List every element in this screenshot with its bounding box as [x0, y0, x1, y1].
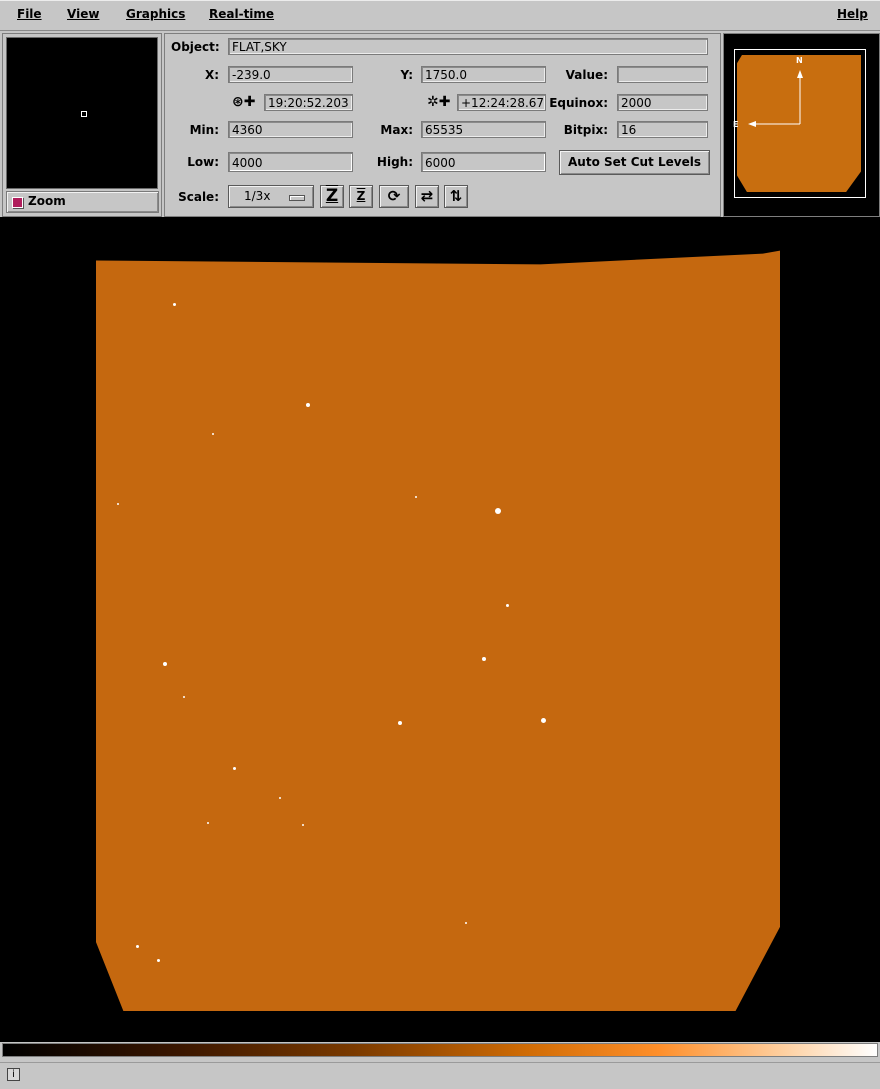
menu-graphics[interactable]: Graphics: [126, 7, 185, 21]
fits-image: [96, 250, 780, 1011]
zoom-cursor-marker: [81, 111, 87, 117]
zoom-view[interactable]: [6, 37, 158, 189]
menu-file[interactable]: File: [17, 7, 42, 21]
x-label: X:: [204, 68, 219, 82]
zoom-out-icon: Z: [356, 189, 366, 203]
star: [495, 508, 501, 514]
auto-set-cut-levels-button[interactable]: Auto Set Cut Levels: [559, 150, 710, 175]
bitpix-label: Bitpix:: [563, 123, 608, 137]
star: [117, 503, 119, 505]
value-label: Value:: [565, 68, 608, 82]
ra-icon: ⊛✚: [232, 94, 256, 110]
star: [157, 959, 160, 962]
star: [183, 696, 185, 698]
dec-icon: ✲✚: [427, 94, 451, 110]
panner[interactable]: N E: [723, 33, 880, 217]
info-panel: Object: FLAT,SKY X: -239.0 Y: 1750.0 Val…: [164, 33, 721, 217]
menu-realtime[interactable]: Real-time: [209, 7, 274, 21]
max-field[interactable]: 65535: [421, 121, 546, 138]
flip-horizontal-icon: ⇄: [420, 187, 434, 205]
zoom-panel: Zoom: [2, 33, 162, 217]
zoom-in-button[interactable]: Z: [320, 185, 344, 208]
x-field[interactable]: -239.0: [228, 66, 353, 83]
menu-view[interactable]: View: [67, 7, 99, 21]
info-icon[interactable]: i: [7, 1068, 20, 1081]
star: [482, 657, 486, 661]
image-canvas[interactable]: [0, 217, 880, 1042]
star: [541, 718, 546, 723]
object-label: Object:: [171, 40, 220, 54]
rotate-icon: ⟳: [387, 187, 401, 205]
dec-field[interactable]: +12:24:28.67: [457, 94, 546, 111]
zoom-toggle[interactable]: Zoom: [6, 191, 159, 213]
flip-vertical-icon: ⇅: [449, 187, 463, 205]
menu-graphics-label: Graphics: [126, 7, 186, 21]
menu-file-label: File: [17, 7, 42, 21]
menu-view-label: View: [67, 7, 100, 21]
equinox-field[interactable]: 2000: [617, 94, 708, 111]
min-label: Min:: [189, 123, 219, 137]
min-field[interactable]: 4360: [228, 121, 353, 138]
compass-icon: N E: [733, 56, 803, 129]
y-field[interactable]: 1750.0: [421, 66, 546, 83]
low-label: Low:: [187, 155, 219, 169]
star: [279, 797, 281, 799]
star: [233, 767, 236, 770]
object-field[interactable]: FLAT,SKY: [228, 38, 708, 55]
zoom-out-button[interactable]: Z: [349, 185, 373, 208]
scale-label: Scale:: [178, 190, 219, 204]
ra-field[interactable]: 19:20:52.203: [264, 94, 353, 111]
scale-value: 1/3x: [244, 189, 271, 203]
star: [306, 403, 310, 407]
flip-horizontal-button[interactable]: ⇄: [415, 185, 439, 208]
bitpix-field[interactable]: 16: [617, 121, 708, 138]
star: [506, 604, 509, 607]
low-input[interactable]: 4000: [228, 152, 353, 172]
equinox-label: Equinox:: [549, 96, 608, 110]
star: [398, 721, 402, 725]
value-field[interactable]: [617, 66, 708, 83]
menu-realtime-label: Real-time: [209, 7, 275, 21]
high-input[interactable]: 6000: [421, 152, 546, 172]
star: [173, 303, 176, 306]
colorbar[interactable]: [2, 1043, 878, 1057]
star: [415, 496, 417, 498]
star: [163, 662, 167, 666]
menu-bar: File View Graphics Real-time Help: [0, 0, 880, 31]
rotate-button[interactable]: ⟳: [379, 185, 409, 208]
status-bar: i: [0, 1062, 880, 1089]
east-label: E: [733, 120, 738, 129]
star: [465, 922, 467, 924]
max-label: Max:: [380, 123, 413, 137]
dropdown-indicator-icon: [289, 195, 305, 201]
zoom-label: Zoom: [28, 194, 66, 208]
menu-help-label: Help: [837, 7, 868, 21]
flip-vertical-button[interactable]: ⇅: [444, 185, 468, 208]
scale-dropdown[interactable]: 1/3x: [228, 185, 314, 208]
star: [212, 433, 214, 435]
star: [136, 945, 139, 948]
star: [302, 824, 304, 826]
star: [207, 822, 209, 824]
zoom-checkbox[interactable]: [12, 197, 23, 208]
y-label: Y:: [400, 68, 413, 82]
zoom-in-icon: Z: [325, 186, 339, 206]
high-label: High:: [376, 155, 413, 169]
menu-help[interactable]: Help: [837, 7, 868, 21]
north-label: N: [796, 56, 803, 65]
